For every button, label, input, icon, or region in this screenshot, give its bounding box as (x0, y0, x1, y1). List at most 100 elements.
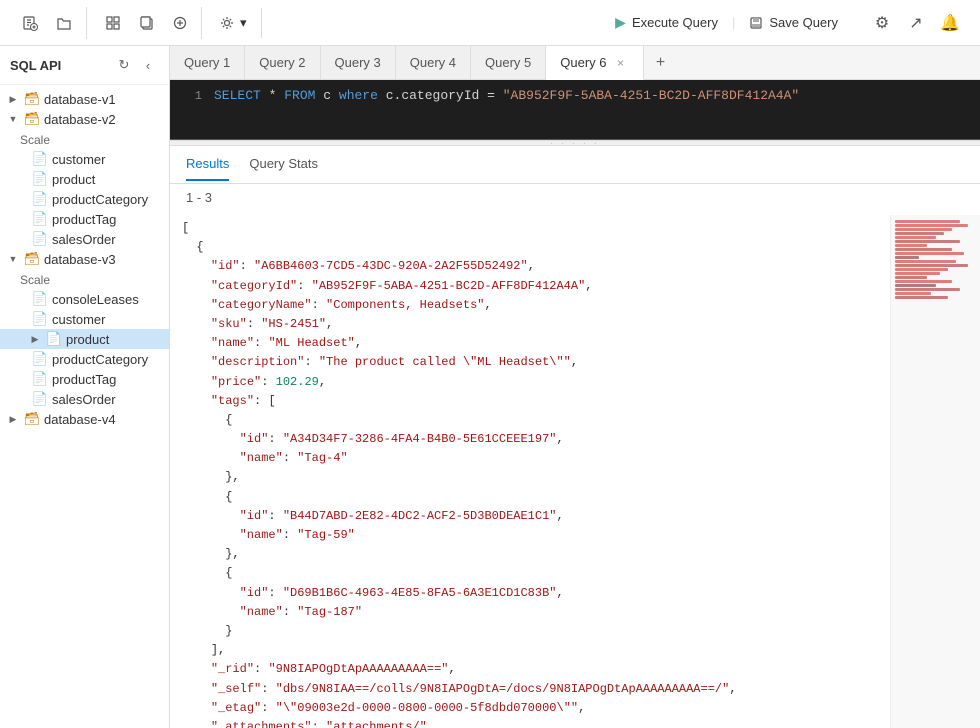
sidebar-item-customer-v2[interactable]: 📄 customer (0, 149, 169, 169)
content-area: Query 1 Query 2 Query 3 Query 4 Query 5 … (170, 46, 980, 728)
sidebar-item-producttag-v3[interactable]: 📄 productTag (0, 369, 169, 389)
sidebar-item-salesorder-v3[interactable]: 📄 salesOrder (0, 389, 169, 409)
tab-query-2[interactable]: Query 2 (245, 46, 320, 79)
minimap-line (895, 256, 919, 259)
collection-icon: 📄 (32, 351, 48, 367)
results-json[interactable]: [ { "id": "A6BB4603-7CD5-43DC-920A-2A2F5… (170, 211, 980, 728)
new-tab-btn[interactable]: + (644, 46, 678, 79)
sidebar-label-customer-v3: customer (52, 312, 163, 327)
sidebar-refresh-btn[interactable]: ↻ (113, 54, 135, 76)
sidebar-item-product-v2[interactable]: 📄 product (0, 169, 169, 189)
toggle-database-v1[interactable]: ▶ (6, 92, 20, 106)
sidebar-item-salesorder-v2[interactable]: 📄 salesOrder (0, 229, 169, 249)
results-tab-stats[interactable]: Query Stats (249, 148, 318, 181)
collection-icon: 📄 (46, 331, 62, 347)
toolbar-group-settings: ▾ (206, 8, 262, 38)
line-number-1: 1 (178, 89, 202, 103)
copy-btn[interactable] (131, 7, 163, 39)
tab-query-3[interactable]: Query 3 (321, 46, 396, 79)
collection-icon: 📄 (32, 371, 48, 387)
database-icon-v4: 🗃 (24, 411, 40, 427)
collection-icon: 📄 (32, 211, 48, 227)
results-tab-label-results: Results (186, 156, 229, 171)
sidebar-item-database-v4[interactable]: ▶ 🗃 database-v4 (0, 409, 169, 429)
collection-icon: 📄 (32, 231, 48, 247)
collection-icon: 📄 (32, 391, 48, 407)
save-label: Save Query (769, 15, 838, 30)
sidebar-item-customer-v3[interactable]: 📄 customer (0, 309, 169, 329)
results-tab-results[interactable]: Results (186, 148, 229, 181)
sidebar-header: SQL API ↻ ‹ (0, 46, 169, 85)
toggle-product-v3[interactable]: ▶ (28, 332, 42, 346)
tab-label-4: Query 4 (410, 55, 456, 70)
new-collection-btn[interactable] (165, 8, 195, 38)
database-icon-v2: 🗃 (24, 111, 40, 127)
toolbar-group-right: ⚙ ↗ 🔔 (860, 7, 972, 39)
sidebar-scale-v3: Scale (0, 269, 169, 289)
sidebar-label-database-v3: database-v3 (44, 252, 163, 267)
json-content: [ { "id": "A6BB4603-7CD5-43DC-920A-2A2F5… (170, 215, 890, 728)
sidebar-label-customer-v2: customer (52, 152, 163, 167)
editor-area[interactable]: 1 SELECT * FROM c where c.categoryId = "… (170, 80, 980, 140)
sidebar-collapse-btn[interactable]: ‹ (137, 54, 159, 76)
collection-icon: 📄 (32, 191, 48, 207)
save-query-btn[interactable]: Save Query (739, 11, 848, 34)
toggle-database-v4[interactable]: ▶ (6, 412, 20, 426)
sidebar-item-database-v1[interactable]: ▶ 🗃 database-v1 (0, 89, 169, 109)
tab-query-6[interactable]: Query 6 × (546, 46, 643, 80)
minimap-line (895, 284, 936, 287)
sidebar-label-salesorder-v2: salesOrder (52, 232, 163, 247)
tab-query-1[interactable]: Query 1 (170, 46, 245, 79)
execute-label: Execute Query (632, 15, 718, 30)
sidebar-item-database-v2[interactable]: ▼ 🗃 database-v2 (0, 109, 169, 129)
minimap-line (895, 224, 968, 227)
sidebar: SQL API ↻ ‹ ▶ 🗃 database-v1 ▼ 🗃 database… (0, 46, 170, 728)
settings-dropdown-btn[interactable]: ▾ (212, 8, 255, 38)
query-tabs: Query 1 Query 2 Query 3 Query 4 Query 5 … (170, 46, 980, 80)
share-btn[interactable]: ↗ (900, 7, 932, 39)
tab-label-1: Query 1 (184, 55, 230, 70)
sidebar-item-productcategory-v2[interactable]: 📄 productCategory (0, 189, 169, 209)
execute-icon: ▶ (615, 14, 626, 31)
sidebar-label-productcategory-v2: productCategory (52, 192, 163, 207)
tab-query-4[interactable]: Query 4 (396, 46, 471, 79)
json-outer: [ { "id": "A6BB4603-7CD5-43DC-920A-2A2F5… (170, 215, 980, 728)
sidebar-label-producttag-v2: productTag (52, 212, 163, 227)
new-query-btn[interactable] (14, 7, 46, 39)
editor-content[interactable]: SELECT * FROM c where c.categoryId = "AB… (214, 88, 972, 103)
minimap-line (895, 228, 952, 231)
minimap-line (895, 232, 944, 235)
tab-query-5[interactable]: Query 5 (471, 46, 546, 79)
settings-gear-btn[interactable]: ⚙ (866, 7, 898, 39)
sidebar-label-product-v2: product (52, 172, 163, 187)
sidebar-item-database-v3[interactable]: ▼ 🗃 database-v3 (0, 249, 169, 269)
sidebar-item-consoleleases-v3[interactable]: 📄 consoleLeases (0, 289, 169, 309)
sidebar-label-product-v3: product (66, 332, 163, 347)
sidebar-item-producttag-v2[interactable]: 📄 productTag (0, 209, 169, 229)
sidebar-label-database-v1: database-v1 (44, 92, 163, 107)
sidebar-item-productcategory-v3[interactable]: 📄 productCategory (0, 349, 169, 369)
tab-close-6[interactable]: × (613, 55, 629, 71)
results-tab-label-stats: Query Stats (249, 156, 318, 171)
sidebar-label-salesorder-v3: salesOrder (52, 392, 163, 407)
minimap-line (895, 236, 936, 239)
open-query-btn[interactable] (48, 7, 80, 39)
results-area: Results Query Stats 1 - 3 [ { "id": "A6B… (170, 146, 980, 728)
collection-icon: 📄 (32, 151, 48, 167)
execute-query-btn[interactable]: ▶ Execute Query (605, 10, 728, 35)
results-count: 1 - 3 (170, 184, 980, 211)
database-icon: 🗃 (24, 91, 40, 107)
toggle-database-v3[interactable]: ▼ (6, 252, 20, 266)
toggle-database-v2[interactable]: ▼ (6, 112, 20, 126)
grid-view-btn[interactable] (97, 7, 129, 39)
sidebar-tree: ▶ 🗃 database-v1 ▼ 🗃 database-v2 Scale 📄 … (0, 85, 169, 728)
toolbar-group-view (91, 7, 202, 39)
notifications-btn[interactable]: 🔔 (934, 7, 966, 39)
minimap-line (895, 280, 952, 283)
tab-label-2: Query 2 (259, 55, 305, 70)
sidebar-actions: ↻ ‹ (113, 54, 159, 76)
minimap-line (895, 292, 931, 295)
collection-icon: 📄 (32, 291, 48, 307)
minimap-line (895, 244, 927, 247)
sidebar-item-product-v3[interactable]: ▶ 📄 product (0, 329, 169, 349)
